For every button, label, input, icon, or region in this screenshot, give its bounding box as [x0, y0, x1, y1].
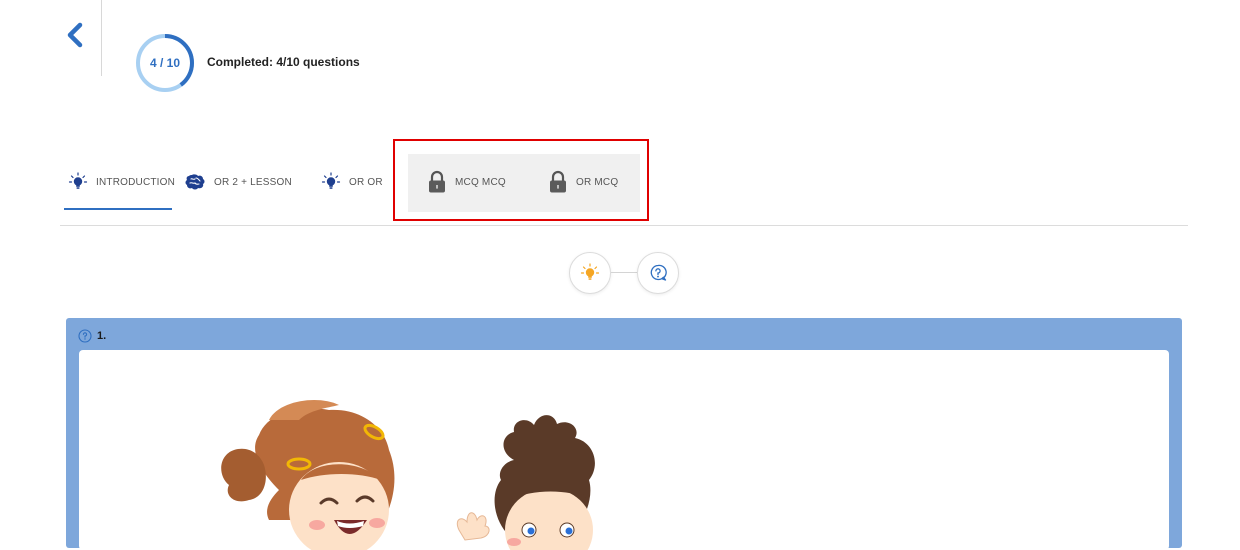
tab-introduction[interactable]: INTRODUCTION: [68, 170, 175, 194]
question-header: 1.: [78, 328, 106, 344]
lightbulb-icon: [68, 172, 88, 192]
step-question-button[interactable]: [637, 252, 679, 294]
step-intro-button[interactable]: [569, 252, 611, 294]
lightbulb-icon: [580, 263, 600, 280]
progress-ring: 4 / 10: [135, 33, 195, 93]
tab-or-or[interactable]: OR OR: [321, 170, 383, 194]
tab-label: INTRODUCTION: [96, 176, 176, 188]
brain-icon: [184, 172, 206, 192]
lightbulb-icon: [321, 172, 341, 192]
question-number: 1.: [97, 330, 107, 342]
tab-or-2-lesson[interactable]: OR 2 + LESSON: [184, 170, 292, 194]
chevron-left-icon: [67, 22, 83, 48]
back-button[interactable]: [60, 18, 90, 52]
question-body: [79, 350, 1169, 550]
active-tab-indicator: [64, 208, 172, 210]
question-circle-icon: [78, 329, 92, 343]
question-chat-icon: [650, 264, 667, 281]
step-connector: [611, 272, 637, 273]
progress-count: 4 / 10: [149, 56, 181, 70]
children-illustration: [221, 400, 595, 550]
highlight-annotation: [393, 139, 649, 221]
progress-label: Completed: 4/10 questions: [207, 55, 360, 69]
header-divider: [101, 0, 102, 76]
tab-label: OR 2 + LESSON: [214, 176, 292, 188]
tab-label: OR OR: [349, 176, 383, 188]
tabs-divider: [60, 225, 1188, 226]
